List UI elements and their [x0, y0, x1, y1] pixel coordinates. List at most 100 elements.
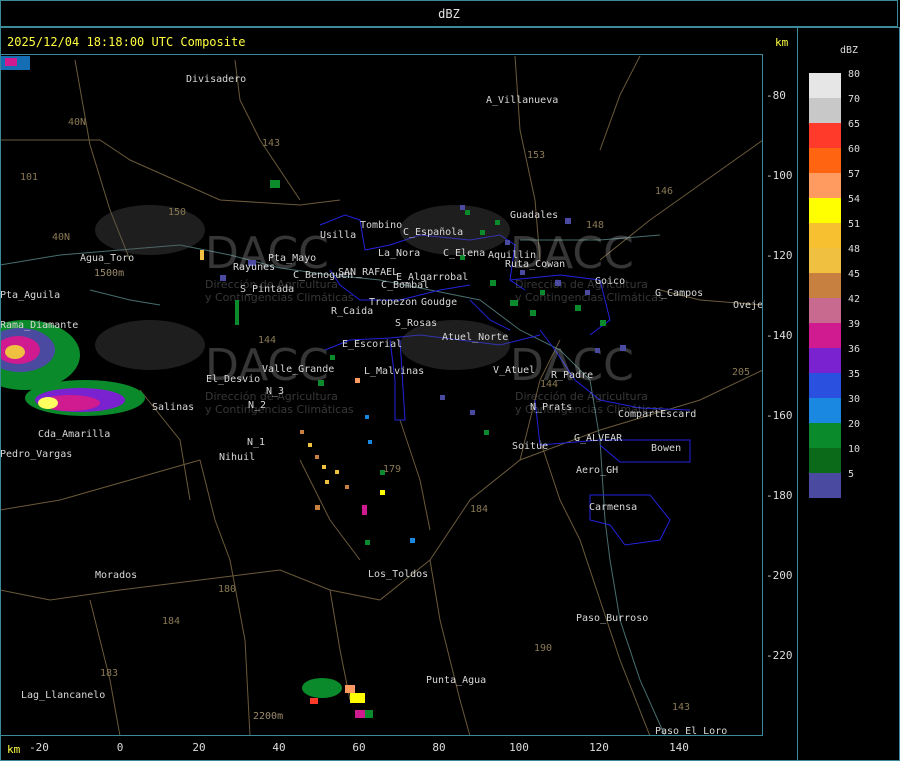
legend-swatch — [809, 323, 841, 348]
svg-text:150: 150 — [168, 207, 186, 218]
svg-text:Punta_Agua: Punta_Agua — [426, 675, 486, 686]
legend-swatch — [809, 448, 841, 473]
svg-text:143: 143 — [262, 138, 280, 149]
svg-text:Paso_El_Loro: Paso_El_Loro — [655, 726, 727, 736]
svg-text:Lag_Llancanelo: Lag_Llancanelo — [21, 690, 105, 701]
svg-text:S_Pintada: S_Pintada — [240, 284, 294, 295]
x-tick: 120 — [589, 741, 609, 754]
svg-text:S_Rosas: S_Rosas — [395, 318, 437, 329]
legend-value: 42 — [848, 294, 861, 305]
legend-value: 5 — [848, 469, 855, 480]
svg-text:N_3: N_3 — [266, 386, 284, 397]
svg-text:190: 190 — [534, 643, 552, 654]
y-tick: -80 — [766, 89, 786, 102]
legend-value: 30 — [848, 394, 861, 405]
svg-text:Goudge: Goudge — [421, 297, 457, 308]
legend-swatch — [809, 123, 841, 148]
svg-text:N_2: N_2 — [248, 400, 266, 411]
legend-value: 65 — [848, 119, 861, 130]
svg-text:1500m: 1500m — [94, 268, 124, 279]
svg-text:CompartEscard: CompartEscard — [618, 409, 696, 420]
svg-text:R_Caida: R_Caida — [331, 306, 373, 317]
radar-map[interactable]: DACC Dirección de Agricultura y Continge… — [0, 54, 763, 736]
svg-text:Ruta_Cowan: Ruta_Cowan — [505, 259, 565, 270]
svg-text:101: 101 — [20, 172, 38, 183]
svg-text:Agua_Toro: Agua_Toro — [80, 253, 134, 264]
svg-text:V_Atuel: V_Atuel — [493, 365, 535, 376]
svg-text:SAN_RAFAEL: SAN_RAFAEL — [338, 267, 398, 278]
svg-text:Ovejeria: Ovejeria — [733, 300, 763, 311]
y-tick: -180 — [766, 489, 793, 502]
svg-text:Morados: Morados — [95, 570, 137, 581]
svg-text:Pta_Aguila: Pta_Aguila — [0, 290, 60, 301]
svg-text:El_Desvio: El_Desvio — [206, 374, 260, 385]
legend-swatch — [809, 273, 841, 298]
legend-swatch — [809, 223, 841, 248]
svg-text:2200m: 2200m — [253, 711, 283, 722]
svg-text:146: 146 — [655, 186, 673, 197]
legend-value: 48 — [848, 244, 861, 255]
svg-text:La_Nora: La_Nora — [378, 248, 420, 259]
x-tick: 100 — [509, 741, 529, 754]
svg-text:179: 179 — [383, 464, 401, 475]
x-tick: 80 — [432, 741, 446, 754]
legend-value: 20 — [848, 419, 861, 430]
legend-value: 70 — [848, 94, 861, 105]
legend-swatch — [809, 73, 841, 98]
svg-text:40N: 40N — [68, 117, 86, 128]
legend-swatch — [809, 398, 841, 423]
svg-text:y Contingencias Climáticas: y Contingencias Climáticas — [205, 403, 354, 416]
svg-text:R_Padre: R_Padre — [551, 370, 593, 381]
y-tick: -100 — [766, 169, 793, 182]
x-tick: 40 — [272, 741, 286, 754]
svg-text:N_Prats: N_Prats — [530, 402, 572, 413]
svg-text:C_Elena: C_Elena — [443, 248, 485, 259]
timestamp-label: 2025/12/04 18:18:00 UTC Composite — [7, 35, 246, 49]
svg-text:184: 184 — [470, 504, 488, 515]
legend-value: 35 — [848, 369, 861, 380]
svg-text:G_ALVEAR: G_ALVEAR — [574, 433, 623, 444]
legend-swatch — [809, 173, 841, 198]
legend-swatch — [809, 98, 841, 123]
svg-text:G_Campos: G_Campos — [655, 288, 703, 299]
svg-text:Pta_Mayo: Pta_Mayo — [268, 253, 316, 264]
svg-text:Aero_GH: Aero_GH — [576, 465, 618, 476]
svg-text:40N: 40N — [52, 232, 70, 243]
svg-text:Valle_Grande: Valle_Grande — [262, 364, 334, 375]
svg-text:C_Española: C_Española — [403, 227, 463, 238]
x-tick: 140 — [669, 741, 689, 754]
svg-text:180: 180 — [218, 584, 236, 595]
legend-swatch — [809, 198, 841, 223]
svg-text:Usilla: Usilla — [320, 230, 356, 241]
svg-text:Los_Toldos: Los_Toldos — [368, 569, 428, 580]
legend-swatch — [809, 148, 841, 173]
product-title: dBZ — [438, 7, 460, 21]
legend-unit: dBZ — [840, 45, 859, 56]
y-tick: -120 — [766, 249, 793, 262]
svg-text:Pedro_Vargas: Pedro_Vargas — [0, 449, 72, 460]
y-tick: -160 — [766, 409, 793, 422]
svg-text:L_Malvinas: L_Malvinas — [364, 366, 424, 377]
x-tick: -20 — [29, 741, 49, 754]
svg-text:Nihuil: Nihuil — [219, 452, 255, 463]
svg-text:153: 153 — [527, 150, 545, 161]
svg-text:Cda_Amarilla: Cda_Amarilla — [38, 429, 110, 440]
svg-text:Salinas: Salinas — [152, 402, 194, 413]
legend-swatch — [809, 348, 841, 373]
svg-text:Guadales: Guadales — [510, 210, 558, 221]
svg-text:Paso_Burroso: Paso_Burroso — [576, 613, 648, 624]
y-tick: -200 — [766, 569, 793, 582]
x-tick: 20 — [192, 741, 206, 754]
legend-value: 36 — [848, 344, 861, 355]
svg-text:205: 205 — [732, 367, 750, 378]
legend-value: 39 — [848, 319, 861, 330]
svg-text:A_Villanueva: A_Villanueva — [486, 95, 558, 106]
legend-value: 57 — [848, 169, 861, 180]
svg-text:Soitue: Soitue — [512, 441, 548, 452]
svg-text:Tropezon: Tropezon — [369, 297, 417, 308]
legend-swatch — [809, 248, 841, 273]
svg-text:Atuel_Norte: Atuel_Norte — [442, 332, 508, 343]
legend-value: 10 — [848, 444, 861, 455]
svg-text:Rama_Diamante: Rama_Diamante — [0, 320, 78, 331]
legend-swatch — [809, 473, 841, 498]
